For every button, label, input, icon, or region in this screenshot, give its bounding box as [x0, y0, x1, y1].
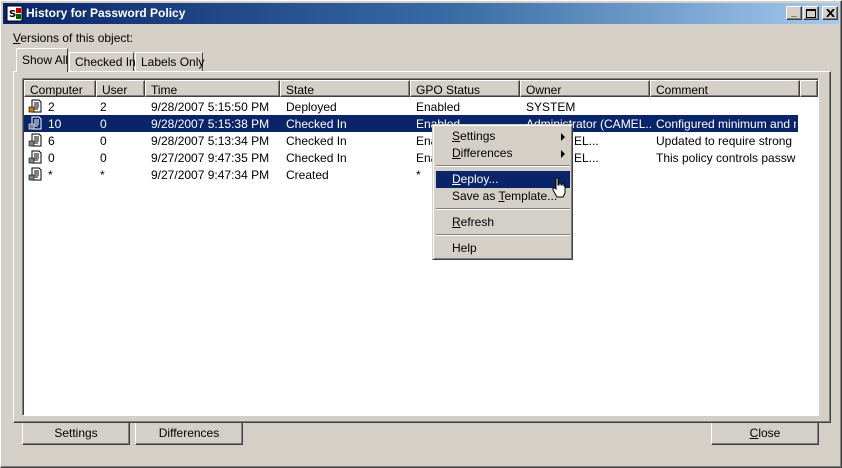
deployed-document-icon	[28, 99, 42, 113]
submenu-arrow-icon	[561, 133, 565, 141]
mouse-pointer-icon	[552, 177, 566, 198]
cell-state: Checked In	[286, 117, 347, 131]
cell-state: Created	[286, 168, 329, 182]
cell-user: 0	[100, 151, 107, 165]
cell-comment: This policy controls passwo...	[656, 151, 796, 165]
maximize-button[interactable]	[803, 6, 819, 20]
menu-item-refresh[interactable]: Refresh	[436, 214, 570, 231]
cell-state: Checked In	[286, 134, 347, 148]
created-document-icon	[28, 167, 42, 181]
history-dialog: S History for Password Policy _ Versions…	[0, 0, 842, 468]
svg-text:S: S	[9, 9, 16, 20]
cell-user: 0	[100, 117, 107, 131]
menu-item-help[interactable]: Help	[436, 240, 570, 257]
table-row[interactable]: 009/27/2007 9:47:35 PMChecked InEnator (…	[24, 149, 798, 166]
table-row[interactable]: 1009/28/2007 5:15:38 PMChecked InEnabled…	[24, 115, 798, 132]
menu-separator	[436, 208, 570, 210]
title-bar[interactable]: S History for Password Policy _	[3, 3, 839, 24]
cell-computer: 10	[48, 117, 62, 131]
cell-computer: 6	[48, 134, 55, 148]
tab-labels-only[interactable]: Labels Only	[135, 52, 204, 72]
versions-list[interactable]: Computer User Time State GPO Status Owne…	[22, 78, 819, 416]
minimize-button[interactable]: _	[786, 6, 802, 20]
column-header-computer[interactable]: Computer	[24, 80, 96, 97]
differences-button[interactable]: Differences	[135, 422, 243, 445]
list-header: Computer User Time State GPO Status Owne…	[24, 80, 818, 97]
cell-comment: Updated to require strong p...	[656, 134, 796, 148]
cell-gpo-status: Enabled	[416, 100, 461, 114]
cell-user: *	[100, 168, 105, 182]
versions-label: Versions of this object:	[13, 31, 134, 45]
settings-button[interactable]: Settings	[22, 422, 130, 445]
menu-item-deploy[interactable]: Deploy...	[436, 171, 570, 188]
column-header-filler	[800, 80, 818, 97]
table-row[interactable]: 2 2 9/28/2007 5:15:50 PM Deployed Enabled SYS…	[24, 98, 798, 115]
cell-computer: 0	[48, 151, 55, 165]
menu-item-save-as-template[interactable]: Save as Template...	[436, 188, 570, 205]
close-icon	[825, 8, 835, 18]
column-header-comment[interactable]: Comment	[650, 80, 800, 97]
checked-in-document-icon	[28, 133, 42, 147]
column-header-owner[interactable]: Owner	[520, 80, 650, 97]
cell-time: 9/27/2007 9:47:34 PM	[151, 168, 270, 182]
cell-time: 9/28/2007 5:15:50 PM	[151, 100, 270, 114]
cell-time: 9/28/2007 5:13:34 PM	[151, 134, 270, 148]
column-header-state[interactable]: State	[280, 80, 410, 97]
checked-in-document-icon	[28, 150, 42, 164]
maximize-icon	[806, 9, 816, 18]
menu-separator	[436, 165, 570, 167]
tab-checked-in[interactable]: Checked In	[69, 52, 136, 72]
tab-show-all[interactable]: Show All	[16, 48, 68, 72]
cell-user: 0	[100, 134, 107, 148]
window-title: History for Password Policy	[26, 6, 186, 20]
checked-in-document-icon	[28, 116, 42, 130]
close-window-button[interactable]	[822, 6, 838, 20]
cell-state: Deployed	[286, 100, 337, 114]
menu-item-settings[interactable]: Settings	[436, 128, 570, 145]
cell-state: Checked In	[286, 151, 347, 165]
menu-separator	[436, 234, 570, 236]
cell-user: 2	[100, 100, 107, 114]
minimize-icon: _	[791, 7, 797, 18]
cell-time: 9/28/2007 5:15:38 PM	[151, 117, 270, 131]
column-header-user[interactable]: User	[96, 80, 145, 97]
cell-owner: SYSTEM	[526, 100, 576, 114]
close-button[interactable]: Close	[711, 422, 819, 445]
gpo-history-app-icon: S	[6, 5, 23, 22]
cell-comment: Configured minimum and m...	[656, 117, 796, 131]
table-row[interactable]: * * 9/27/2007 9:47:34 PM Created *	[24, 166, 798, 183]
submenu-arrow-icon	[561, 150, 565, 158]
column-header-time[interactable]: Time	[145, 80, 280, 97]
cell-computer: 2	[48, 100, 55, 114]
column-header-gpo-status[interactable]: GPO Status	[410, 80, 520, 97]
table-row[interactable]: 609/28/2007 5:13:34 PMChecked InEnator (…	[24, 132, 798, 149]
cell-computer: *	[48, 168, 53, 182]
cell-time: 9/27/2007 9:47:35 PM	[151, 151, 270, 165]
menu-item-differences[interactable]: Differences	[436, 145, 570, 162]
